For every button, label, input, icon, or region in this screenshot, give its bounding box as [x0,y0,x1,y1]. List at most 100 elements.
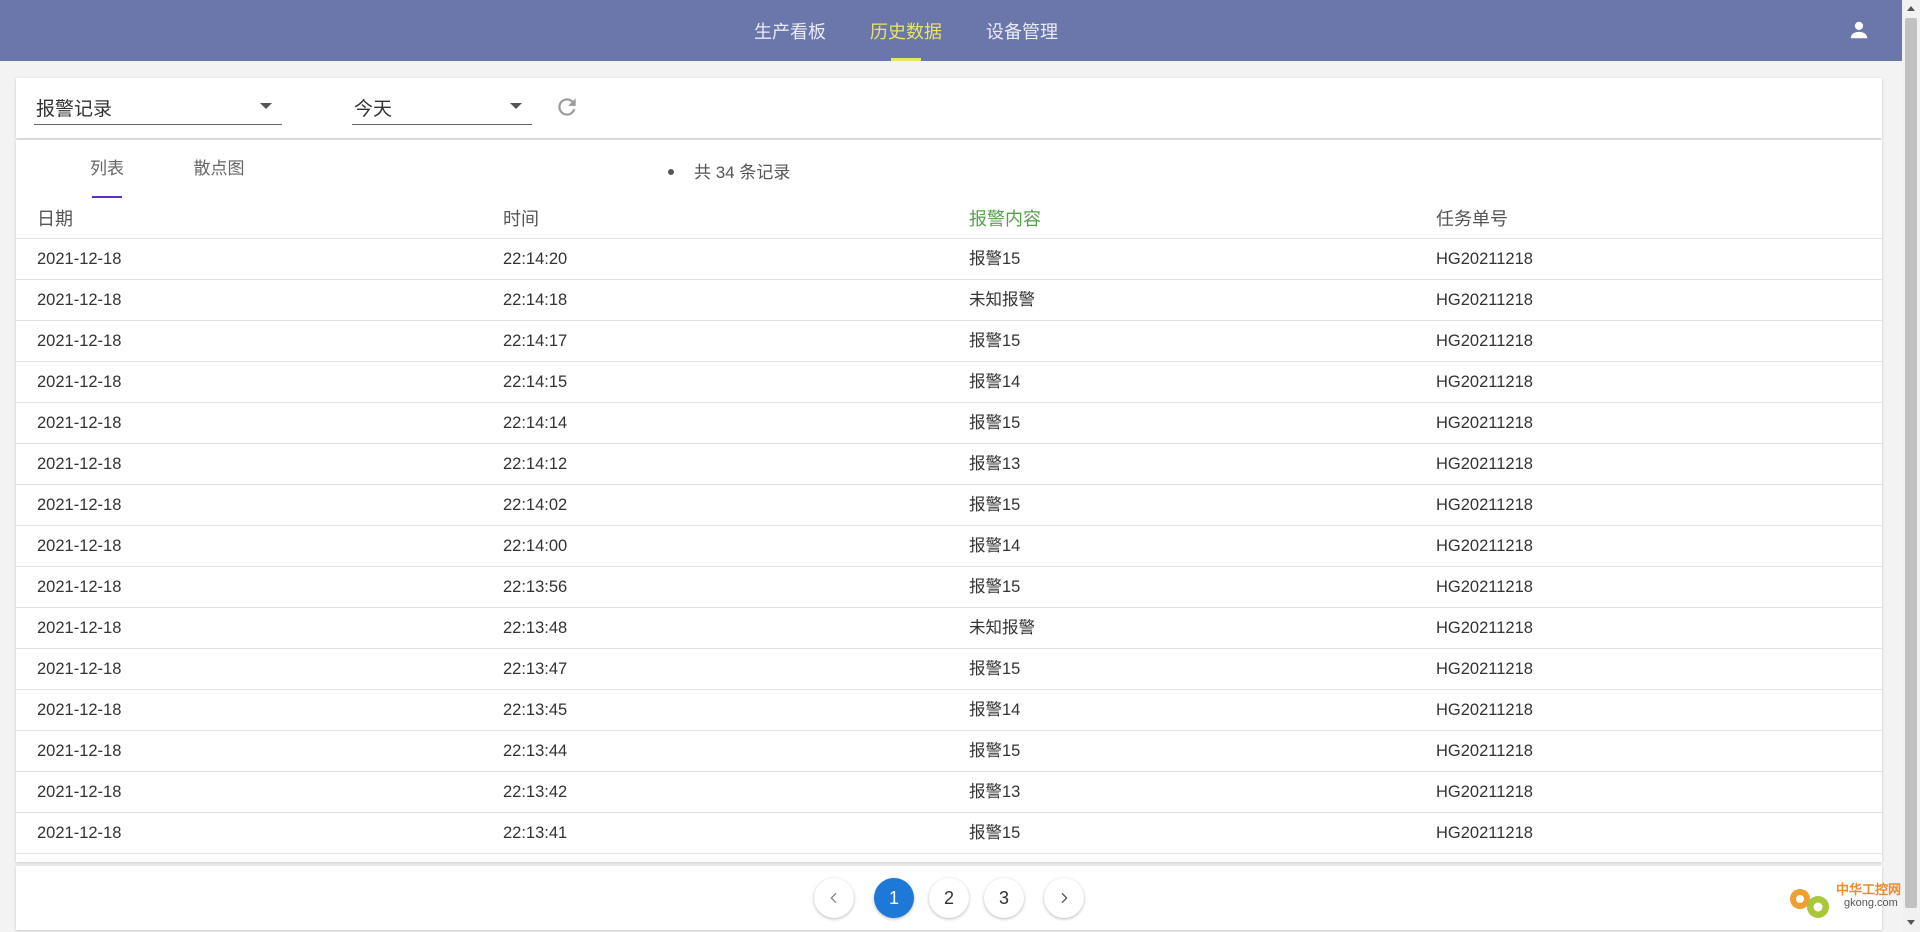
cell-date: 2021-12-18 [37,742,122,760]
page-scrollbar[interactable] [1902,0,1920,932]
page-button-2[interactable]: 2 [929,878,969,918]
cell-task-number: HG20211218 [1436,619,1533,637]
records-card: 列表 散点图 共 34 条记录 日期 时间 报警内容 任务单号 2021-12-… [16,140,1882,862]
cell-time: 22:13:56 [503,578,568,596]
table-row[interactable]: 2021-12-18 22:14:15 报警14 HG20211218 [16,362,1882,403]
nav-tab-device-management[interactable]: 设备管理 [980,0,1064,61]
pagination: 1 2 3 [16,866,1882,930]
cell-alarm-content: 报警14 [969,537,1021,555]
cell-time: 22:14:20 [503,250,568,268]
cell-task-number: HG20211218 [1436,291,1533,309]
scroll-up-icon[interactable] [1907,6,1915,11]
scroll-down-icon[interactable] [1907,920,1915,925]
cell-time: 22:13:42 [503,783,568,801]
cell-alarm-content: 报警15 [969,578,1021,596]
cell-alarm-content: 未知报警 [969,619,1035,637]
user-icon[interactable] [1848,19,1870,41]
page-button-3[interactable]: 3 [984,878,1024,918]
cell-time: 22:14:15 [503,373,568,391]
table-row[interactable]: 2021-12-18 22:13:56 报警15 HG20211218 [16,567,1882,608]
table-row[interactable]: 2021-12-18 22:14:18 未知报警 HG20211218 [16,280,1882,321]
record-count: 共 34 条记录 [668,158,790,183]
cell-task-number: HG20211218 [1436,578,1533,596]
record-type-select[interactable]: 报警记录 [34,88,282,125]
cell-task-number: HG20211218 [1436,537,1533,555]
column-header-task-number[interactable]: 任务单号 [1436,200,1508,238]
cell-time: 22:14:00 [503,537,568,555]
cell-task-number: HG20211218 [1436,496,1533,514]
refresh-icon[interactable] [554,94,580,120]
watermark: 中华工控网 gkong.com [1782,875,1902,925]
date-range-select[interactable]: 今天 [352,88,532,125]
cell-task-number: HG20211218 [1436,373,1533,391]
prev-page-button[interactable] [814,878,854,918]
nav-tab-production-board[interactable]: 生产看板 [748,0,832,61]
table-body: 2021-12-18 22:14:20 报警15 HG20211218 2021-12-… [16,239,1882,854]
table-row[interactable]: 2021-12-18 22:13:41 报警15 HG20211218 [16,813,1882,854]
record-type-value: 报警记录 [36,99,113,120]
table-row[interactable]: 2021-12-18 22:13:44 报警15 HG20211218 [16,731,1882,772]
cell-time: 22:13:44 [503,742,568,760]
cell-date: 2021-12-18 [37,291,122,309]
cell-time: 22:14:17 [503,332,568,350]
cell-task-number: HG20211218 [1436,660,1533,678]
scroll-thumb[interactable] [1905,18,1917,908]
cell-alarm-content: 报警13 [969,783,1021,801]
next-page-button[interactable] [1044,878,1084,918]
cell-alarm-content: 报警15 [969,660,1021,678]
cell-date: 2021-12-18 [37,783,122,801]
cell-task-number: HG20211218 [1436,742,1533,760]
cell-task-number: HG20211218 [1436,824,1533,842]
cell-date: 2021-12-18 [37,250,122,268]
cell-date: 2021-12-18 [37,332,122,350]
table-row[interactable]: 2021-12-18 22:14:14 报警15 HG20211218 [16,403,1882,444]
table-row[interactable]: 2021-12-18 22:13:42 报警13 HG20211218 [16,772,1882,813]
cell-time: 22:14:14 [503,414,568,432]
table-row[interactable]: 2021-12-18 22:14:17 报警15 HG20211218 [16,321,1882,362]
cell-time: 22:14:12 [503,455,568,473]
cell-time: 22:13:47 [503,660,568,678]
cell-alarm-content: 报警15 [969,824,1021,842]
cell-time: 22:13:48 [503,619,568,637]
cell-task-number: HG20211218 [1436,250,1533,268]
table-header-row: 日期 时间 报警内容 任务单号 [16,200,1882,239]
cell-task-number: HG20211218 [1436,455,1533,473]
tab-scatter[interactable]: 散点图 [164,140,274,198]
cell-date: 2021-12-18 [37,537,122,555]
table-row[interactable]: 2021-12-18 22:14:00 报警14 HG20211218 [16,526,1882,567]
cell-date: 2021-12-18 [37,660,122,678]
cell-date: 2021-12-18 [37,578,122,596]
cell-task-number: HG20211218 [1436,783,1533,801]
gear-logo-icon [1790,889,1829,918]
cell-time: 22:14:02 [503,496,568,514]
cell-task-number: HG20211218 [1436,414,1533,432]
cell-alarm-content: 报警15 [969,742,1021,760]
cell-date: 2021-12-18 [37,455,122,473]
cell-alarm-content: 报警13 [969,455,1021,473]
top-app-bar: 生产看板 历史数据 设备管理 [0,0,1902,61]
tab-list[interactable]: 列表 [64,140,150,198]
page-button-1[interactable]: 1 [874,878,914,918]
cell-alarm-content: 报警15 [969,250,1021,268]
cell-time: 22:14:18 [503,291,568,309]
cell-alarm-content: 报警14 [969,701,1021,719]
main-nav: 生产看板 历史数据 设备管理 [0,0,1902,61]
cell-alarm-content: 报警15 [969,496,1021,514]
table-row[interactable]: 2021-12-18 22:13:45 报警14 HG20211218 [16,690,1882,731]
chevron-down-icon [510,103,522,109]
bullet-icon [668,169,674,176]
table-row[interactable]: 2021-12-18 22:13:48 未知报警 HG20211218 [16,608,1882,649]
watermark-title: 中华工控网 [1836,882,1902,897]
column-header-date[interactable]: 日期 [37,200,73,238]
cell-task-number: HG20211218 [1436,332,1533,350]
chevron-right-icon [1061,892,1068,904]
table-row[interactable]: 2021-12-18 22:14:20 报警15 HG20211218 [16,239,1882,280]
cell-date: 2021-12-18 [37,414,122,432]
column-header-alarm-content[interactable]: 报警内容 [969,200,1041,238]
cell-alarm-content: 未知报警 [969,291,1035,309]
nav-tab-history-data[interactable]: 历史数据 [864,0,948,61]
table-row[interactable]: 2021-12-18 22:13:47 报警15 HG20211218 [16,649,1882,690]
column-header-time[interactable]: 时间 [503,200,539,238]
table-row[interactable]: 2021-12-18 22:14:02 报警15 HG20211218 [16,485,1882,526]
table-row[interactable]: 2021-12-18 22:14:12 报警13 HG20211218 [16,444,1882,485]
